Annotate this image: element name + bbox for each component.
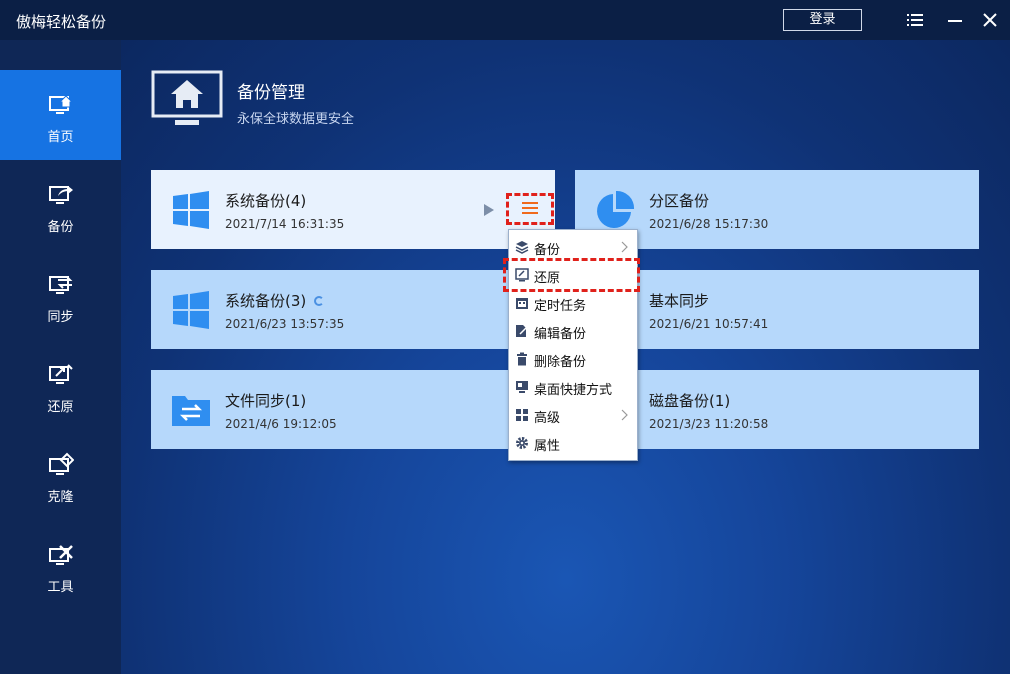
chevron-right-icon: [621, 409, 628, 421]
home-monitor-icon: [49, 95, 74, 114]
card-title-text: 系统备份(3): [225, 292, 307, 310]
edit-icon: [516, 325, 528, 337]
sidebar-item-sync[interactable]: 同步: [0, 250, 121, 340]
menu-item-label: 属性: [534, 439, 561, 454]
menu-item-label: 定时任务: [534, 299, 587, 314]
sidebar-item-label: 还原: [47, 400, 74, 415]
menu-item-advanced[interactable]: 高级: [509, 401, 637, 429]
backup-card-system-3[interactable]: 系统备份(3) 2021/6/23 13:57:35: [151, 270, 555, 349]
grid-icon: [516, 409, 528, 421]
page-subtitle: 永保全球数据更安全: [237, 112, 355, 127]
loading-spinner-icon: [314, 296, 325, 306]
hamburger-menu-icon[interactable]: [506, 193, 554, 225]
tools-icon: [49, 545, 73, 565]
calendar-icon: [516, 298, 528, 309]
chevron-right-icon: [621, 241, 628, 253]
desktop-shortcut-icon: [516, 381, 528, 393]
home-monitor-icon: [151, 70, 223, 125]
gear-icon: [516, 437, 528, 449]
close-icon[interactable]: [982, 12, 998, 28]
card-title: 系统备份(4): [225, 192, 307, 210]
card-title: 基本同步: [649, 292, 710, 310]
menu-item-label: 还原: [534, 271, 561, 286]
sidebar-item-backup[interactable]: 备份: [0, 160, 121, 250]
sidebar-item-label: 工具: [47, 580, 74, 595]
card-date: 2021/3/23 11:20:58: [649, 417, 769, 431]
menu-item-delete-backup[interactable]: 删除备份: [509, 345, 637, 373]
sidebar-item-restore[interactable]: 还原: [0, 340, 121, 430]
trash-icon: [517, 352, 527, 366]
sidebar-item-label: 克隆: [47, 490, 74, 505]
card-date: 2021/4/6 19:12:05: [225, 417, 337, 431]
layers-icon: [515, 241, 529, 254]
folder-sync-icon: [172, 396, 210, 426]
menu-item-desktop-shortcut[interactable]: 桌面快捷方式: [509, 373, 637, 401]
sidebar-item-tools[interactable]: 工具: [0, 520, 121, 610]
login-button[interactable]: 登录: [783, 9, 862, 31]
menu-item-properties[interactable]: 属性: [509, 429, 637, 457]
card-date: 2021/7/14 16:31:35: [225, 217, 345, 231]
card-title: 磁盘备份(1): [649, 392, 731, 410]
pie-chart-icon: [597, 190, 635, 228]
card-title: 系统备份(3): [225, 290, 325, 311]
restore-icon: [49, 364, 73, 384]
card-date: 2021/6/21 10:57:41: [649, 317, 769, 331]
context-menu: 备份 还原 定时任务 编辑备份 删除备份 桌面快捷方式 高级 属性: [508, 229, 638, 461]
menu-item-label: 备份: [534, 243, 561, 258]
windows-icon: [173, 191, 209, 229]
sync-icon: [49, 276, 73, 294]
sidebar-item-home[interactable]: 首页: [0, 70, 121, 160]
card-title: 文件同步(1): [225, 392, 307, 410]
card-title: 分区备份: [649, 192, 710, 210]
menu-item-label: 删除备份: [534, 355, 587, 370]
sidebar-item-label: 首页: [47, 130, 74, 145]
menu-item-schedule[interactable]: 定时任务: [509, 289, 637, 317]
backup-card-file-sync[interactable]: 文件同步(1) 2021/4/6 19:12:05: [151, 370, 555, 449]
sidebar: 首页 备份 同步 还原 克隆 工具: [0, 40, 121, 674]
sidebar-item-clone[interactable]: 克隆: [0, 430, 121, 520]
app-title: 傲梅轻松备份: [16, 13, 107, 31]
page-title: 备份管理: [237, 83, 305, 103]
sidebar-item-label: 备份: [47, 220, 74, 235]
card-date: 2021/6/28 15:17:30: [649, 217, 769, 231]
menu-item-label: 编辑备份: [534, 327, 587, 342]
clone-icon: [49, 452, 74, 475]
restore-icon: [515, 268, 529, 282]
menu-item-edit-backup[interactable]: 编辑备份: [509, 317, 637, 345]
card-date: 2021/6/23 13:57:35: [225, 317, 345, 331]
sidebar-item-label: 同步: [47, 310, 74, 325]
title-bar: 傲梅轻松备份 登录: [0, 0, 1010, 40]
hamburger-lines-icon: [522, 202, 538, 214]
windows-icon: [173, 291, 209, 329]
menu-item-backup[interactable]: 备份: [509, 233, 637, 261]
list-menu-icon[interactable]: [907, 12, 923, 28]
play-icon[interactable]: [483, 203, 495, 217]
backup-card-system-4[interactable]: 系统备份(4) 2021/7/14 16:31:35: [151, 170, 555, 249]
backup-icon: [49, 186, 73, 204]
menu-item-label: 桌面快捷方式: [534, 383, 613, 398]
minimize-icon[interactable]: [947, 12, 963, 28]
menu-item-label: 高级: [534, 411, 561, 426]
menu-item-restore[interactable]: 还原: [509, 261, 637, 289]
